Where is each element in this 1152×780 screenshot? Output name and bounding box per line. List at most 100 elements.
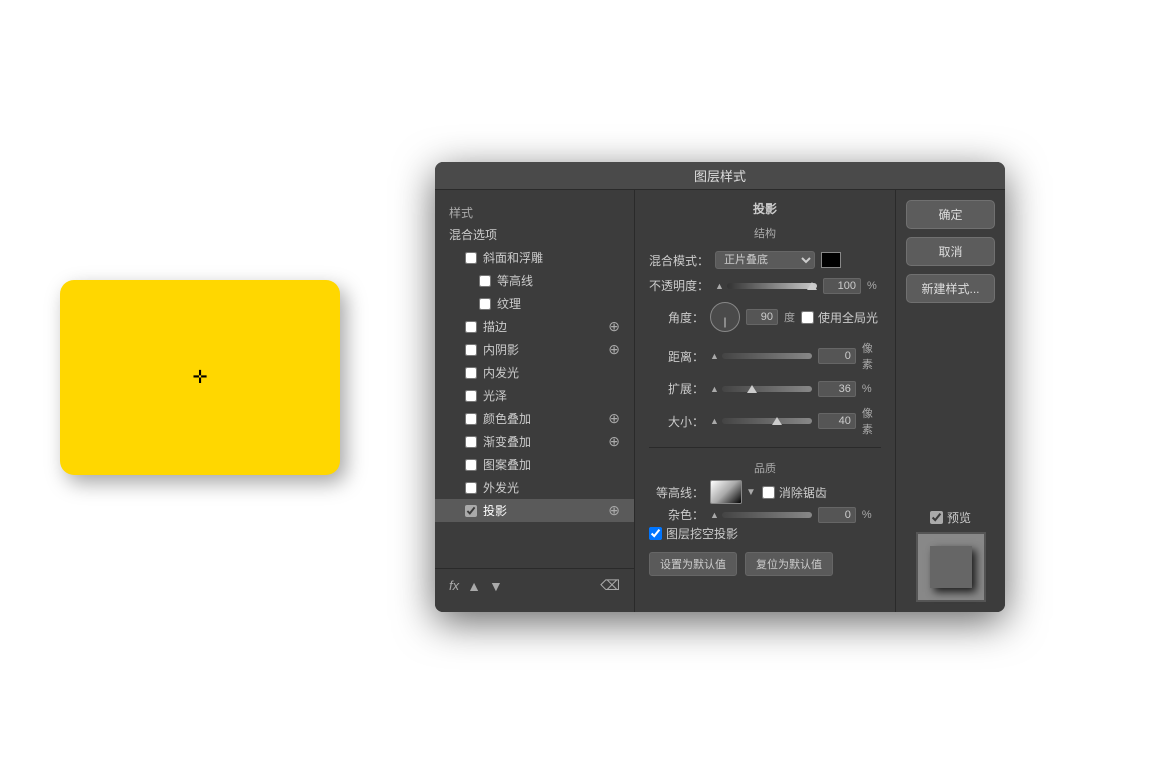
layer-ko-label: 图层挖空投影 xyxy=(666,525,738,542)
preview-inner xyxy=(930,546,972,588)
outer-glow-label: 外发光 xyxy=(483,479,519,496)
satin-checkbox[interactable] xyxy=(465,390,477,402)
angle-label: 角度： xyxy=(649,309,704,326)
contour-item[interactable]: 等高线 xyxy=(435,269,634,292)
blend-mode-label: 混合模式： xyxy=(649,252,709,269)
contour-label-q: 等高线： xyxy=(649,484,704,501)
opacity-slider-track[interactable] xyxy=(727,283,817,289)
contour-box[interactable] xyxy=(710,480,742,504)
stroke-add-icon[interactable]: ⊕ xyxy=(608,318,620,335)
global-light-checkbox[interactable] xyxy=(801,311,814,324)
opacity-value-input[interactable] xyxy=(823,278,861,294)
preview-label: 预览 xyxy=(947,509,971,526)
section-title: 投影 xyxy=(649,200,881,217)
texture-checkbox[interactable] xyxy=(479,298,491,310)
yellow-preview-card: ✛ xyxy=(60,280,340,475)
color-overlay-checkbox[interactable] xyxy=(465,413,477,425)
cancel-button[interactable]: 取消 xyxy=(906,237,995,266)
angle-line xyxy=(725,318,726,328)
contour-dropdown-arrow[interactable]: ▼ xyxy=(746,487,756,498)
texture-item[interactable]: 纹理 xyxy=(435,292,634,315)
noise-unit: % xyxy=(862,509,872,521)
angle-unit: 度 xyxy=(784,309,795,325)
satin-item[interactable]: 光泽 xyxy=(435,384,634,407)
distance-value-input[interactable] xyxy=(818,348,856,364)
contour-checkbox[interactable] xyxy=(479,275,491,287)
layer-style-dialog: 图层样式 样式 混合选项 斜面和浮雕 等高线 纹理 xyxy=(435,162,1005,612)
size-label: 大小： xyxy=(649,413,704,430)
size-slider-arrow: ▲ xyxy=(710,416,719,426)
blend-options-label: 混合选项 xyxy=(449,226,497,243)
drop-shadow-add-icon[interactable]: ⊕ xyxy=(608,502,620,519)
antialias-checkbox[interactable] xyxy=(762,486,775,499)
contour-row: 等高线： ▼ 消除锯齿 xyxy=(649,480,881,504)
spread-slider-wrapper: ▲ xyxy=(710,384,812,394)
noise-slider-track[interactable] xyxy=(722,512,812,518)
layer-ko-checkbox[interactable] xyxy=(649,527,662,540)
inner-glow-item[interactable]: 内发光 xyxy=(435,361,634,384)
blend-mode-row: 混合模式： 正片叠底 xyxy=(649,251,881,269)
inner-shadow-checkbox[interactable] xyxy=(465,344,477,356)
bevel-emboss-item[interactable]: 斜面和浮雕 xyxy=(435,246,634,269)
divider xyxy=(649,447,881,448)
new-style-button[interactable]: 新建样式... xyxy=(906,274,995,303)
distance-slider-track[interactable] xyxy=(722,353,812,359)
stroke-item[interactable]: 描边 ⊕ xyxy=(435,315,634,338)
opacity-label: 不透明度： xyxy=(649,277,709,294)
inner-shadow-add-icon[interactable]: ⊕ xyxy=(608,341,620,358)
ok-button[interactable]: 确定 xyxy=(906,200,995,229)
layer-ko-row: 图层挖空投影 xyxy=(649,525,881,542)
distance-slider-arrow: ▲ xyxy=(710,351,719,361)
size-value-input[interactable] xyxy=(818,413,856,429)
blend-mode-select[interactable]: 正片叠底 xyxy=(715,251,815,269)
pattern-overlay-checkbox[interactable] xyxy=(465,459,477,471)
global-light-row: 使用全局光 xyxy=(801,309,878,326)
move-down-icon[interactable]: ▼ xyxy=(489,578,503,594)
spread-slider-track[interactable] xyxy=(722,386,812,392)
global-light-label: 使用全局光 xyxy=(818,309,878,326)
gradient-overlay-item[interactable]: 渐变叠加 ⊕ xyxy=(435,430,634,453)
contour-selector[interactable]: ▼ xyxy=(710,480,756,504)
gradient-overlay-add-icon[interactable]: ⊕ xyxy=(608,433,620,450)
size-row: 大小： ▲ 像素 xyxy=(649,405,881,437)
antialias-row: 消除锯齿 xyxy=(762,484,827,501)
color-overlay-item[interactable]: 颜色叠加 ⊕ xyxy=(435,407,634,430)
pattern-overlay-item[interactable]: 图案叠加 xyxy=(435,453,634,476)
move-up-icon[interactable]: ▲ xyxy=(467,578,481,594)
opacity-slider-arrow: ▲ xyxy=(715,281,724,291)
angle-dial[interactable] xyxy=(710,302,740,332)
bevel-emboss-checkbox[interactable] xyxy=(465,252,477,264)
drop-shadow-checkbox[interactable] xyxy=(465,505,477,517)
inner-glow-checkbox[interactable] xyxy=(465,367,477,379)
drop-shadow-item[interactable]: 投影 ⊕ xyxy=(435,499,634,522)
preview-checkbox[interactable] xyxy=(930,511,943,524)
stroke-checkbox[interactable] xyxy=(465,321,477,333)
outer-glow-item[interactable]: 外发光 xyxy=(435,476,634,499)
inner-shadow-label: 内阴影 xyxy=(483,341,519,358)
inner-shadow-item[interactable]: 内阴影 ⊕ xyxy=(435,338,634,361)
spread-label: 扩展： xyxy=(649,380,704,397)
spread-value-input[interactable] xyxy=(818,381,856,397)
outer-glow-checkbox[interactable] xyxy=(465,482,477,494)
set-default-button[interactable]: 设置为默认值 xyxy=(649,552,737,576)
delete-icon[interactable]: ⌫ xyxy=(600,577,620,594)
quality-title: 品质 xyxy=(649,460,881,476)
noise-row: 杂色： ▲ % xyxy=(649,506,881,523)
size-unit: 像素 xyxy=(862,405,881,437)
size-slider-wrapper: ▲ xyxy=(710,416,812,426)
opacity-unit: % xyxy=(867,280,877,292)
drop-shadow-label: 投影 xyxy=(483,502,507,519)
noise-value-input[interactable] xyxy=(818,507,856,523)
gradient-overlay-checkbox[interactable] xyxy=(465,436,477,448)
distance-slider-wrapper: ▲ xyxy=(710,351,812,361)
blend-options-item[interactable]: 混合选项 xyxy=(435,223,634,246)
angle-value-input[interactable] xyxy=(746,309,778,325)
noise-label: 杂色： xyxy=(649,506,704,523)
spread-row: 扩展： ▲ % xyxy=(649,380,881,397)
dialog-title: 图层样式 xyxy=(694,166,746,185)
preview-checkbox-row: 预览 xyxy=(930,509,971,526)
reset-default-button[interactable]: 复位为默认值 xyxy=(745,552,833,576)
size-slider-track[interactable] xyxy=(722,418,812,424)
color-overlay-add-icon[interactable]: ⊕ xyxy=(608,410,620,427)
blend-color-swatch[interactable] xyxy=(821,252,841,268)
